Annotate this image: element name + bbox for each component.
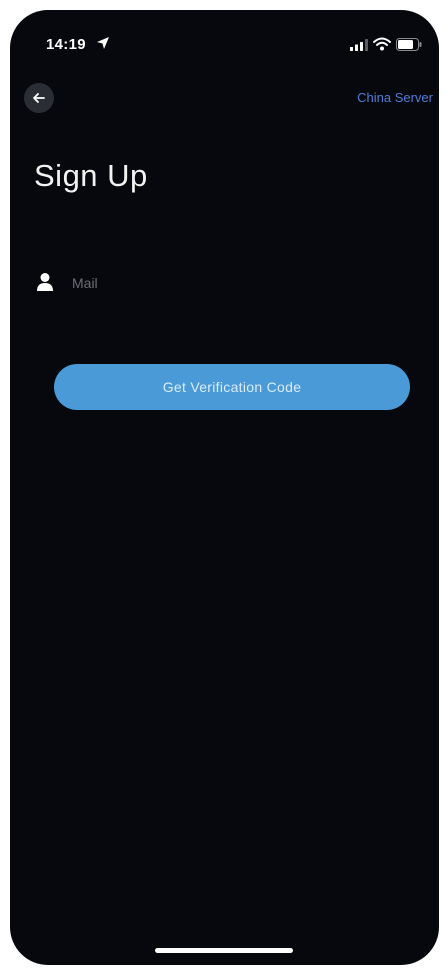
person-icon xyxy=(37,273,53,291)
back-button[interactable] xyxy=(24,83,54,113)
home-indicator xyxy=(155,948,293,953)
page-title: Sign Up xyxy=(34,158,148,193)
battery-icon xyxy=(396,38,422,51)
china-server-link[interactable]: China Server xyxy=(357,90,433,105)
location-arrow-icon xyxy=(97,37,109,49)
back-arrow-icon xyxy=(33,93,45,103)
phone-screen: 14:19 China Server Sign Up Mail Get Veri… xyxy=(10,10,439,965)
wifi-icon xyxy=(373,37,391,51)
mail-field[interactable] xyxy=(32,264,412,304)
status-time: 14:19 xyxy=(46,36,86,53)
get-verification-code-button[interactable]: Get Verification Code xyxy=(54,364,410,410)
status-bar: 14:19 xyxy=(10,10,439,70)
signal-icon xyxy=(350,39,368,51)
mail-input[interactable] xyxy=(70,268,404,298)
